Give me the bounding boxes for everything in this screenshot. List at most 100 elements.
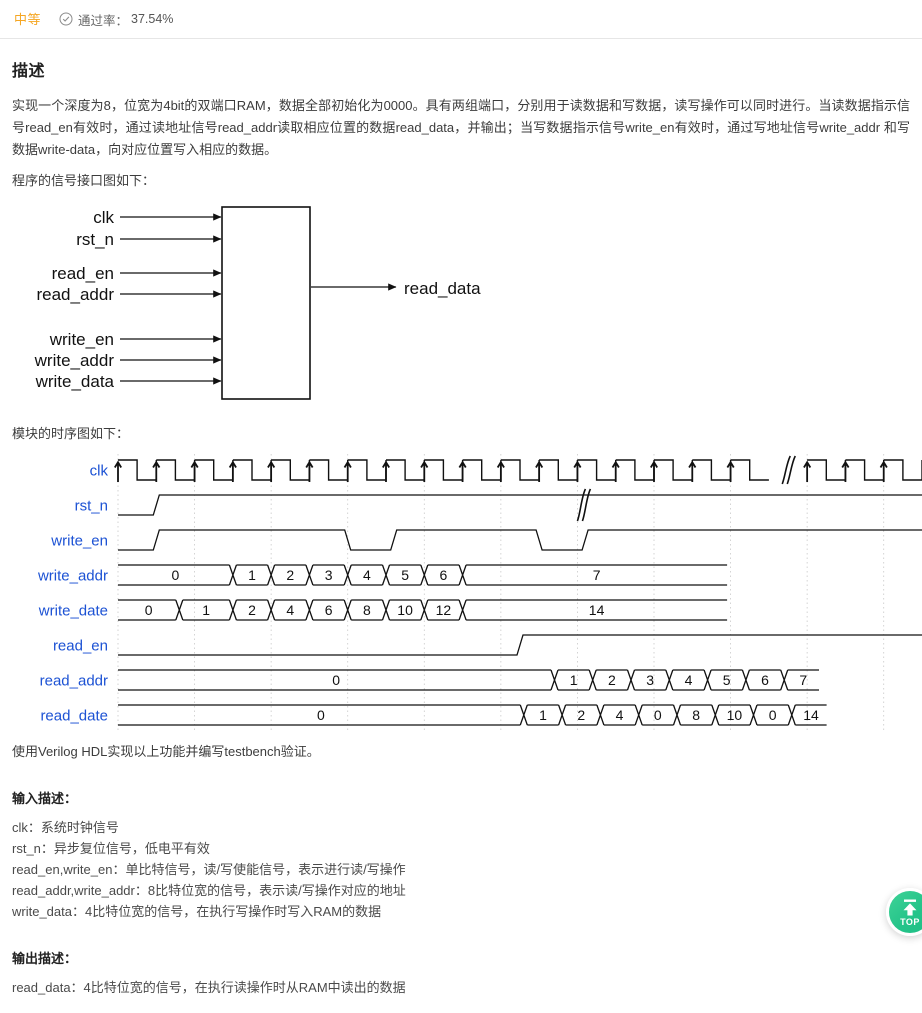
bus-value: 7 [593,567,601,583]
description-paragraph: 实现一个深度为8，位宽为4bit的双端口RAM，数据全部初始化为0000。具有两… [12,98,910,157]
pass-rate: 通过率： 37.54% [59,10,173,29]
bus-transition-cross [381,599,391,621]
clk-rising-edge-arrow [343,460,352,482]
timing-caption: 模块的时序图如下： [12,426,130,441]
signal-label-read-addr: read_addr [40,673,108,690]
bus-value: 8 [692,707,700,723]
bus-value: 14 [589,602,605,618]
bus-value: 0 [332,672,340,688]
bus-transition-cross [175,599,184,621]
port-label-read-en: read_en [52,264,114,283]
bus-transition-cross [588,669,597,691]
bus-value: 0 [654,707,662,723]
bus-transition-cross [626,669,636,691]
port-label-rst-n: rst_n [76,230,114,249]
bus-value: 8 [363,602,371,618]
bus-value: 0 [317,707,325,723]
meta-bar: 中等 通过率： 37.54% [0,0,922,39]
timing-diagram: clk rst_n write_en write_addr 0 1 2 3 4 5 6 7 write_… [0,448,922,732]
bus-value: 14 [803,707,819,723]
bus-value: 0 [172,567,180,583]
bus-transition-cross [634,704,643,726]
clk-rising-edge-arrow [114,460,122,482]
clk-rising-edge-arrow [803,460,812,482]
bus-transition-cross [458,564,467,586]
back-to-top-label: TOP [900,917,920,927]
clk-rising-edge-arrow [726,460,735,482]
bus-value: 1 [570,672,578,688]
bus-value: 2 [248,602,256,618]
pass-rate-value: 37.54% [131,12,174,26]
rst-n-waveform [118,494,922,516]
waveform-break-mark [576,488,592,522]
clk-rising-edge-arrow [382,460,390,482]
bus-value: 4 [685,672,693,688]
bus-value: 7 [799,672,807,688]
port-label-read-addr: read_addr [36,285,114,304]
bus-value: 1 [539,707,547,723]
bus-value: 5 [401,567,409,583]
waveform-break-mark [781,455,796,485]
bus-transition-cross [228,564,238,586]
input-desc-line-rst-n: rst_n：异步复位信号，低电平有效 [12,841,210,856]
bus-value: 6 [440,567,448,583]
bus-value: 6 [325,602,333,618]
clk-rising-edge-arrow [841,460,850,482]
signal-label-read-date: read_date [40,708,108,725]
output-desc-line-read-data: read_data：4比特位宽的信号，在执行读操作时从RAM中读出的数据 [12,980,406,995]
port-label-clk: clk [93,208,114,227]
input-desc-line-addr: read_addr,write_addr：8比特位宽的信号，表示读/写操作对应的… [12,883,406,898]
bus-value: 1 [202,602,210,618]
bus-value: 2 [286,567,294,583]
clk-rising-edge-arrow [688,460,697,482]
signal-label-write-en: write_en [50,533,108,550]
bus-transition-cross [458,599,467,621]
clk-rising-edge-arrow [458,460,467,482]
bus-value: 10 [397,602,413,618]
closing-note: 使用Verilog HDL实现以上功能并编写testbench验证。 [12,744,320,759]
bus-transition-cross [557,704,567,726]
bus-value: 10 [727,707,743,723]
clk-rising-edge-arrow [190,460,199,482]
pass-rate-label: 通过率： [78,13,129,28]
clk-rising-edge-arrow [228,460,237,482]
clk-rising-edge-arrow [496,460,505,482]
clk-waveform [118,459,922,481]
bus-value: 2 [577,707,585,723]
bus-transition-cross [741,669,751,691]
output-description-heading: 输出描述： [12,951,78,966]
bus-transition-cross [703,669,712,691]
bus-value: 0 [769,707,777,723]
bus-transition-cross [672,704,682,726]
page-title: 描述 [12,63,46,80]
output-description-list: read_data：4比特位宽的信号，在执行读操作时从RAM中读出的数据 [12,977,910,998]
interface-caption: 程序的信号接口图如下： [12,173,156,188]
signal-label-clk: clk [90,463,109,480]
input-desc-line-write-data: write_data：4比特位宽的信号，在执行写操作时写入RAM的数据 [12,904,382,919]
bus-transition-cross [550,669,559,691]
read-en-waveform [118,634,922,656]
bus-value: 4 [616,707,624,723]
port-label-write-addr: write_addr [34,351,115,370]
bus-transition-cross [749,704,758,726]
module-box [221,206,311,400]
bus-value: 1 [248,567,256,583]
signal-label-read-en: read_en [53,638,108,655]
clk-rising-edge-arrow [420,460,429,482]
write-en-waveform [118,529,922,551]
clk-rising-edge-arrow [305,460,314,482]
signal-label-rst-n: rst_n [75,498,108,515]
bus-transition-cross [228,599,238,621]
difficulty-badge: 中等 [14,11,42,27]
bus-value: 2 [608,672,616,688]
clk-rising-edge-arrow [267,460,276,482]
bus-value: 4 [286,602,294,618]
bus-transition-cross [711,704,720,726]
input-description-heading: 输入描述： [12,791,78,806]
bus-transition-cross [305,599,314,621]
arrow-up-icon [900,899,920,916]
bus-value: 0 [145,602,153,618]
page-root: 中等 通过率： 37.54% 描述 实现一个深度为8，位宽为4bit的双端口RA… [0,0,922,1013]
block-diagram: clk rst_n read_en read_addr write_en wri… [0,199,922,414]
port-label-write-en: write_en [49,330,114,349]
